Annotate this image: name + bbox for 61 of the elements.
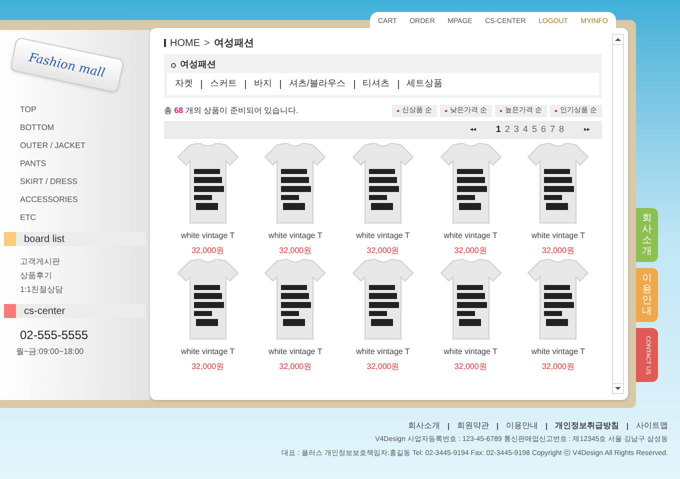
page-link[interactable]: 8 (558, 123, 564, 137)
page-link[interactable]: 4 (522, 123, 528, 137)
product-name[interactable]: white vintage T (180, 230, 235, 242)
footer-link[interactable]: 사이트맵 (636, 420, 668, 432)
product-price: 32,000원 (454, 245, 487, 257)
product-name[interactable]: white vintage T (444, 346, 498, 358)
product-price: 32,000원 (542, 361, 574, 373)
product-price: 32,000원 (542, 245, 574, 257)
category-link[interactable]: OUTER / JACKET (20, 140, 150, 152)
page-link[interactable]: 3 (514, 123, 519, 137)
page-link[interactable]: 1 (496, 123, 501, 137)
board-link[interactable]: 상품후기 (20, 270, 150, 281)
product-price: 32,000원 (454, 361, 487, 373)
footer-link[interactable]: 개인정보취급방침 (555, 420, 619, 432)
category-link[interactable]: ETC (20, 212, 150, 224)
logo-text: Fashion mall (27, 49, 107, 82)
product-count-text: 총 68 개의 상품이 준비되어 있습니다. (164, 105, 298, 117)
logo-tag[interactable]: Fashion mall (10, 36, 124, 94)
subcategory-link[interactable]: 셔츠/블라우스 (289, 77, 346, 91)
page-link[interactable]: 7 (550, 123, 555, 137)
section-title: cs-center (24, 304, 66, 318)
page-link[interactable]: 6 (540, 123, 546, 137)
product-name[interactable]: white vintage T (531, 230, 586, 242)
product-name[interactable]: white vintage T (268, 230, 322, 242)
category-link[interactable]: ACCESSORIES (20, 194, 150, 206)
subcategory-link[interactable]: 스커트 (210, 77, 237, 91)
product-price: 32,000원 (192, 245, 224, 257)
product-name[interactable]: white vintage T (180, 346, 235, 358)
footer-link[interactable]: 이용안내 (506, 420, 538, 432)
subcategory-link[interactable]: 자켓 (175, 77, 193, 91)
subcategory-link[interactable]: 바지 (254, 77, 272, 91)
footer-link[interactable]: 회원약관 (457, 420, 489, 432)
product-name[interactable]: white vintage T (356, 230, 410, 242)
phone-number: 02-555-5555 (19, 327, 90, 344)
category-link[interactable]: TOP (20, 104, 150, 116)
product-price: 32,000원 (279, 245, 312, 257)
product-name[interactable]: white vintage T (531, 346, 586, 358)
breadcrumb-separator: > (204, 36, 210, 50)
page-link[interactable]: 2 (504, 123, 510, 137)
section-title: board list (24, 232, 65, 246)
subcategory-link[interactable]: 티셔츠 (362, 77, 390, 91)
product-price: 32,000원 (366, 245, 400, 257)
product-name[interactable]: white vintage T (444, 230, 498, 242)
category-title: 여성패션 (180, 58, 216, 72)
product-name[interactable]: white vintage T (268, 346, 322, 358)
product-name[interactable]: white vintage T (356, 346, 410, 358)
category-link[interactable]: SKIRT / DRESS (20, 176, 150, 188)
board-link[interactable]: 1:1친절상담 (20, 284, 150, 295)
business-hours: 월~금:09:00~18:00 (15, 346, 85, 358)
footer-link[interactable]: 회사소개 (408, 420, 440, 432)
category-link[interactable]: BOTTOM (20, 122, 150, 134)
board-link[interactable]: 고객게시판 (20, 256, 150, 267)
product-price: 32,000원 (279, 361, 312, 373)
bullet-icon (171, 62, 176, 68)
breadcrumb-current: 여성패션 (214, 36, 254, 50)
page-link[interactable]: 5 (532, 123, 537, 137)
category-link[interactable]: PANTS (20, 158, 150, 170)
product-price: 32,000원 (366, 361, 400, 373)
subcategory-link[interactable]: 세트상품 (406, 77, 443, 91)
product-price: 32,000원 (192, 361, 224, 373)
breadcrumb-home[interactable]: HOME (170, 36, 200, 50)
